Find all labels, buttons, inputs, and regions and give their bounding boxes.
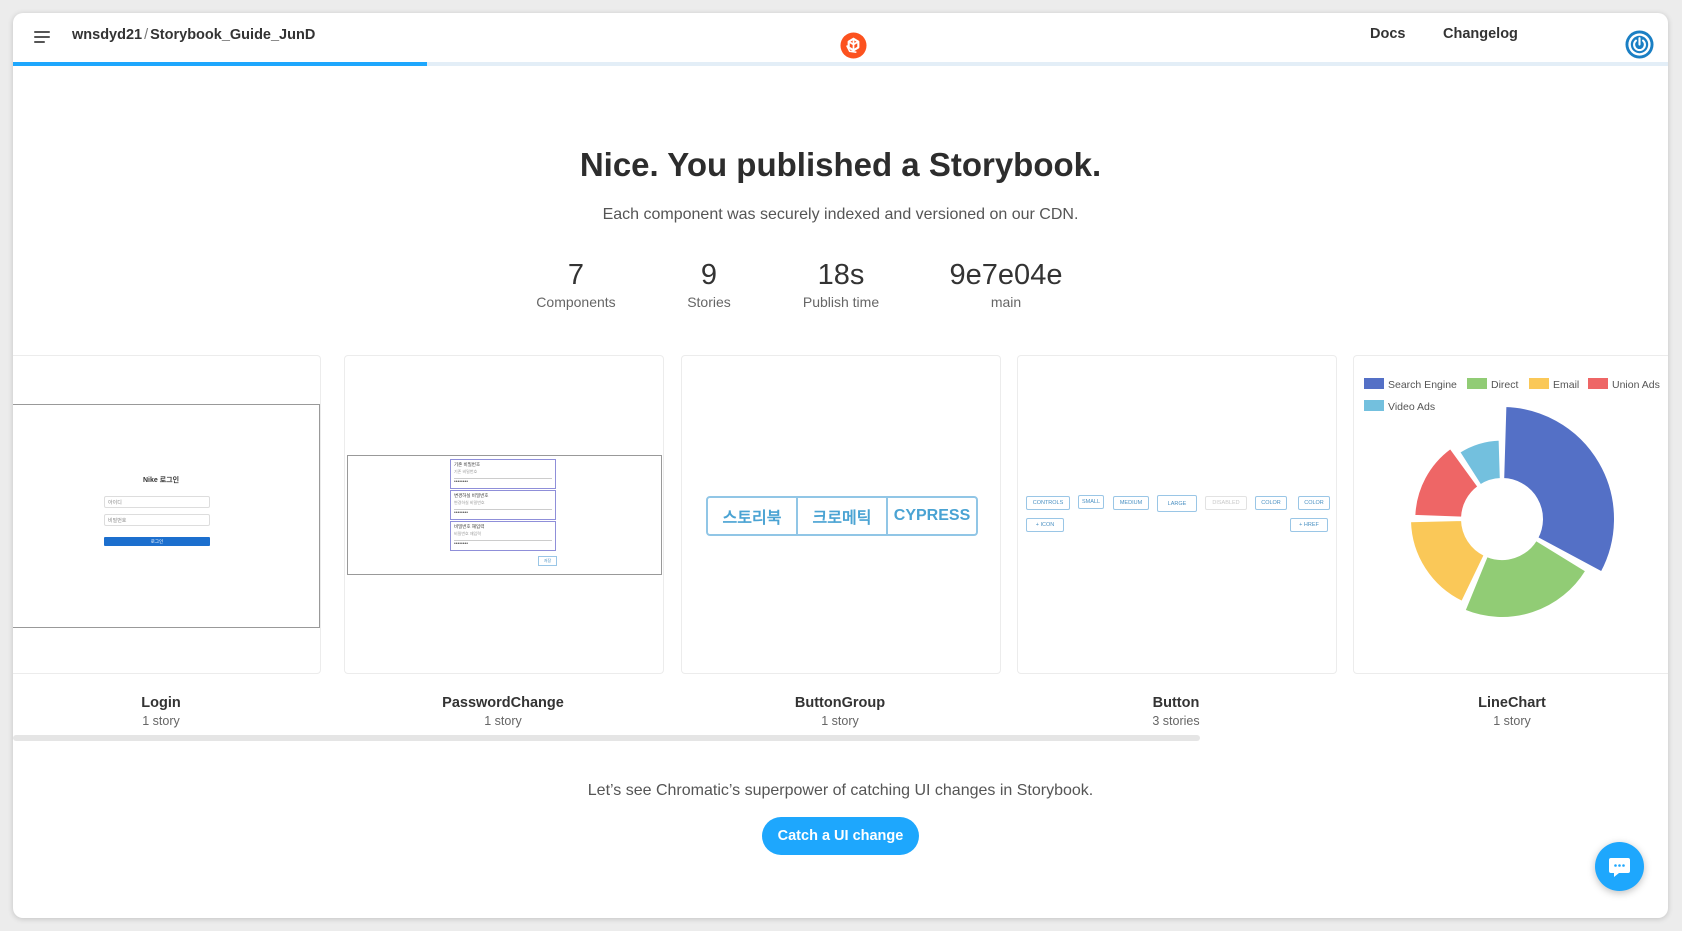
docs-link[interactable]: Docs <box>1370 26 1405 42</box>
card-count-login: 1 story <box>142 714 180 728</box>
menu-icon[interactable] <box>31 27 53 49</box>
card-title-button-group[interactable]: ButtonGroup <box>680 695 1000 711</box>
changelog-link[interactable]: Changelog <box>1443 26 1518 42</box>
catch-ui-change-button[interactable]: Catch a UI change <box>762 817 919 855</box>
card-title-password-change[interactable]: PasswordChange <box>343 695 663 711</box>
mini-button: COLOR <box>1255 496 1287 510</box>
carousel-scrollbar[interactable] <box>13 735 1200 741</box>
mini-button: COLOR <box>1298 496 1330 510</box>
card-title-line-chart[interactable]: LineChart <box>1352 695 1668 711</box>
card-title-login[interactable]: Login <box>13 695 321 711</box>
mini-button: CONTROLS <box>1026 496 1070 510</box>
card-title-button[interactable]: Button <box>1016 695 1336 711</box>
page-subtitle: Each component was securely indexed and … <box>602 206 1079 223</box>
pw-save-button: 저장 <box>538 556 557 566</box>
publish-progress-bar <box>13 62 1668 66</box>
pw-field-new: 변경하실 비밀번호 변경하실 비밀번호 •••••••• <box>450 490 556 520</box>
card-count-password-change: 1 story <box>484 714 522 728</box>
breadcrumb-separator: / <box>144 27 149 43</box>
group-button: 크로메틱 <box>798 498 888 534</box>
breadcrumb-project[interactable]: Storybook_Guide_JunD <box>150 27 315 43</box>
card-count-line-chart: 1 story <box>1493 714 1531 728</box>
page-title: Nice. You published a Storybook. <box>579 146 1102 183</box>
power-icon[interactable] <box>1625 30 1654 59</box>
donut-chart <box>1409 405 1616 619</box>
top-bar: wnsdyd21/Storybook_Guide_JunD Docs Chang… <box>13 13 1668 66</box>
preview-frame: Nike 로그인 아이디 비밀번호 로그인 <box>13 404 320 628</box>
stat-components: 7 Components <box>526 258 626 310</box>
mini-button: SMALL <box>1078 495 1104 509</box>
pw-field-label: 비밀번호 재입력 <box>454 524 485 529</box>
stat-stories: 9 Stories <box>659 258 759 310</box>
pw-field-hint: 비밀번호 재입력 <box>454 531 481 536</box>
login-password-input: 비밀번호 <box>104 514 210 526</box>
chat-bubble-icon <box>1609 858 1630 877</box>
donut-slice-search-engine <box>1502 405 1616 574</box>
component-card-line-chart[interactable]: Search Engine Direct Email Union Ads Vid… <box>1353 355 1668 674</box>
login-submit-button: 로그인 <box>104 537 210 546</box>
stat-label: main <box>990 294 1022 310</box>
chromatic-logo[interactable] <box>840 32 867 59</box>
publish-progress-fill <box>13 62 427 66</box>
login-id-input: 아이디 <box>104 496 210 508</box>
mini-button: LARGE <box>1157 495 1197 512</box>
breadcrumb-owner[interactable]: wnsdyd21 <box>72 27 142 43</box>
group-button: CYPRESS <box>893 507 971 524</box>
component-card-password-change[interactable]: 기존 비밀번호 기존 비밀번호 •••••••• 변경하실 비밀번호 변경하실 … <box>344 355 664 674</box>
mini-button: + HREF <box>1290 518 1328 532</box>
group-button: 스토리북 <box>708 498 798 534</box>
pw-field-hint: 기존 비밀번호 <box>454 469 478 474</box>
component-card-button-group[interactable]: 스토리북 크로메틱 CYPRESS <box>681 355 1001 674</box>
stat-value: 7 <box>567 259 585 291</box>
stat-value: 18s <box>817 259 865 291</box>
stat-commit: 9e7e04e main <box>931 258 1081 310</box>
cta-text: Let’s see Chromatic’s superpower of catc… <box>587 782 1094 799</box>
component-card-button[interactable]: CONTROLS SMALL MEDIUM LARGE DISABLED COL… <box>1017 355 1337 674</box>
component-card-login[interactable]: Nike 로그인 아이디 비밀번호 로그인 <box>13 355 321 674</box>
mini-button: + ICON <box>1026 518 1064 532</box>
stat-label: Publish time <box>802 294 880 310</box>
app-window: wnsdyd21/Storybook_Guide_JunD Docs Chang… <box>13 13 1668 918</box>
card-count-button: 3 stories <box>1152 714 1200 728</box>
chat-launcher-button[interactable] <box>1595 842 1644 891</box>
stat-value: 9e7e04e <box>949 259 1063 291</box>
pw-field-confirm: 비밀번호 재입력 비밀번호 재입력 •••••••• <box>450 521 556 551</box>
breadcrumb[interactable]: wnsdyd21/Storybook_Guide_JunD <box>72 27 315 43</box>
stat-value: 9 <box>700 259 718 291</box>
stat-publish-time: 18s Publish time <box>781 258 901 310</box>
preview-frame: 기존 비밀번호 기존 비밀번호 •••••••• 변경하실 비밀번호 변경하실 … <box>347 455 662 575</box>
button-group-preview: 스토리북 크로메틱 CYPRESS <box>706 496 978 536</box>
pw-field-current: 기존 비밀번호 기존 비밀번호 •••••••• <box>450 459 556 489</box>
stat-label: Components <box>536 294 616 310</box>
login-title: Nike 로그인 <box>142 477 180 484</box>
stat-label: Stories <box>687 294 731 310</box>
pw-field-label: 변경하실 비밀번호 <box>454 493 489 498</box>
card-count-button-group: 1 story <box>821 714 859 728</box>
pw-field-label: 기존 비밀번호 <box>454 462 481 467</box>
mini-button-disabled: DISABLED <box>1205 496 1247 510</box>
mini-button: MEDIUM <box>1113 496 1149 510</box>
pw-field-hint: 변경하실 비밀번호 <box>454 500 485 505</box>
